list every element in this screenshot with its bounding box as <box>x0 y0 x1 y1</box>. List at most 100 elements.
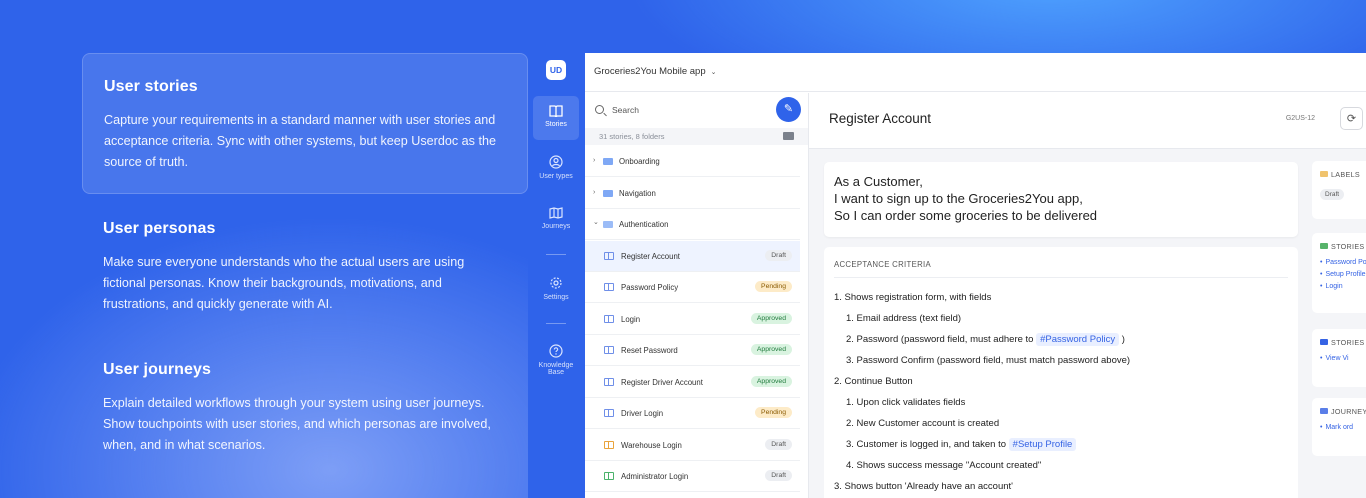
status-badge: Approved <box>750 376 792 387</box>
story-row[interactable]: Administrator Login Draft <box>585 461 800 492</box>
rail-item-user-types[interactable]: User types <box>533 155 579 180</box>
status-badge: Draft <box>1320 189 1345 200</box>
journeys-title: JOURNEYS <box>1320 407 1366 416</box>
project-selector[interactable]: Groceries2You Mobile app ⌄ <box>594 66 716 77</box>
criteria-line: 2. Password (password field, must adhere… <box>846 333 1125 346</box>
rail-label: Settings <box>543 294 569 301</box>
folder-authentication[interactable]: ⌄ Authentication <box>585 209 800 240</box>
status-badge: Draft <box>765 470 792 481</box>
folder-label: Authentication <box>619 220 669 229</box>
feature-user-personas[interactable]: User personas Make sure everyone underst… <box>82 196 528 339</box>
label-icon <box>1320 171 1328 177</box>
app-logo[interactable]: UD <box>546 60 566 80</box>
story-row[interactable]: Password Policy Pending <box>585 272 800 303</box>
story-row[interactable]: Driver Login Pending <box>585 398 800 429</box>
rail-item-knowledge-base[interactable]: Knowledge Base <box>533 344 579 376</box>
story-icon <box>1320 339 1328 345</box>
help-icon <box>549 344 563 358</box>
criteria-line: 1. Upon click validates fields <box>846 397 966 408</box>
story-link-tag[interactable]: #Setup Profile <box>1008 438 1077 451</box>
status-badge: Draft <box>765 250 792 261</box>
rail-item-settings[interactable]: Settings <box>533 276 579 301</box>
story-count-text: 31 stories, 8 folders <box>599 132 665 141</box>
status-badge: Pending <box>755 281 792 292</box>
chevron-down-icon: ⌄ <box>593 219 599 226</box>
feature-body: Make sure everyone understands who the a… <box>103 255 465 311</box>
folder-navigation[interactable]: › Navigation <box>585 178 800 209</box>
journeys-card: JOURNEYS Mark ord <box>1312 398 1366 456</box>
status-badge: Approved <box>750 344 792 355</box>
story-line: As a Customer, <box>834 174 923 189</box>
criteria-line: 3. Customer is logged in, and taken to #… <box>846 438 1077 451</box>
add-folder-icon[interactable] <box>783 132 794 140</box>
refresh-icon: ⟳ <box>1346 113 1357 125</box>
criteria-text: 2. Password (password field, must adhere… <box>846 334 1034 345</box>
status-badge: Approved <box>750 313 792 324</box>
story-row[interactable]: Login Approved <box>585 304 800 335</box>
story-icon <box>604 252 614 260</box>
map-icon <box>549 207 563 219</box>
story-icon <box>604 378 614 386</box>
linked-story[interactable]: Password Policy <box>1320 259 1366 266</box>
feature-user-journeys[interactable]: User journeys Explain detailed workflows… <box>82 337 528 480</box>
folder-label: Onboarding <box>619 157 660 166</box>
linked-story[interactable]: Setup Profile <box>1320 271 1365 278</box>
feature-user-stories[interactable]: User stories Capture your requirements i… <box>82 53 528 194</box>
page-title: Register Account <box>829 111 932 126</box>
story-row[interactable]: Warehouse Login Draft <box>585 430 800 461</box>
journey-icon <box>1320 408 1328 414</box>
chevron-right-icon: › <box>593 189 596 196</box>
story-icon <box>604 346 614 354</box>
refresh-button[interactable]: ⟳ <box>1340 107 1363 130</box>
story-code: G2US-12 <box>1285 115 1315 122</box>
rail-item-journeys[interactable]: Journeys <box>533 207 579 230</box>
story-row[interactable]: Reset Password Approved <box>585 335 800 366</box>
folder-open-icon <box>603 221 613 228</box>
folder-icon <box>603 190 613 197</box>
labels-title: LABELS <box>1320 170 1364 179</box>
story-link-tag[interactable]: #Password Policy <box>1036 333 1120 346</box>
linked-story[interactable]: Login <box>1320 283 1364 290</box>
top-bar: Groceries2You Mobile app ⌄ <box>585 53 1366 92</box>
story-icon <box>604 409 614 417</box>
stories-title: STORIES <box>1320 242 1364 251</box>
story-label: Password Policy <box>621 283 679 292</box>
rail-label: Stories <box>545 121 567 128</box>
criteria-line: 2. New Customer account is created <box>846 418 1000 429</box>
status-badge: Draft <box>765 439 792 450</box>
story-icon <box>604 472 614 480</box>
pencil-icon: ✎ <box>783 103 794 115</box>
nav-rail: UD Stories User types Journeys Settings … <box>528 53 585 498</box>
rail-divider <box>546 323 566 324</box>
acceptance-criteria[interactable]: ACCEPTANCE CRITERIA 1. Shows registratio… <box>824 247 1298 498</box>
story-line: So I can order some groceries to be deli… <box>834 208 1098 223</box>
feature-body: Capture your requirements in a standard … <box>104 113 496 169</box>
search-icon <box>595 105 604 114</box>
gear-icon <box>550 277 562 289</box>
story-tree: Search ✎ 31 stories, 8 folders › Onboard… <box>585 93 809 498</box>
rail-item-stories[interactable]: Stories <box>533 96 579 140</box>
criteria-line: 1. Shows registration form, with fields <box>834 292 992 303</box>
detail-header: Register Account G2US-12 ⟳ <box>809 93 1366 149</box>
labels-card: LABELS Draft <box>1312 161 1366 219</box>
criteria-line: 3. Password Confirm (password field, mus… <box>846 355 1131 366</box>
linked-journey[interactable]: Mark ord <box>1320 424 1364 431</box>
story-label: Register Driver Account <box>621 378 703 387</box>
folder-onboarding[interactable]: › Onboarding <box>585 146 800 177</box>
rail-label: Journeys <box>541 223 571 230</box>
new-story-button[interactable]: ✎ <box>776 97 801 122</box>
story-label: Login <box>621 315 641 324</box>
rail-divider <box>546 254 566 255</box>
user-icon <box>549 155 563 169</box>
folder-icon <box>603 158 613 165</box>
search-placeholder: Search <box>612 105 639 115</box>
story-statement[interactable]: As a Customer, I want to sign up to the … <box>824 162 1298 237</box>
story-line: I want to sign up to the Groceries2You a… <box>834 191 1083 206</box>
story-row[interactable]: Register Driver Account Approved <box>585 367 800 398</box>
search-input[interactable]: Search <box>595 105 639 115</box>
story-row[interactable]: Register Account Draft <box>585 241 800 272</box>
stories-card-2: STORIES View Vi <box>1312 329 1366 387</box>
feature-title: User journeys <box>103 361 212 378</box>
linked-story[interactable]: View Vi <box>1320 355 1364 362</box>
story-count: 31 stories, 8 folders <box>585 128 808 145</box>
